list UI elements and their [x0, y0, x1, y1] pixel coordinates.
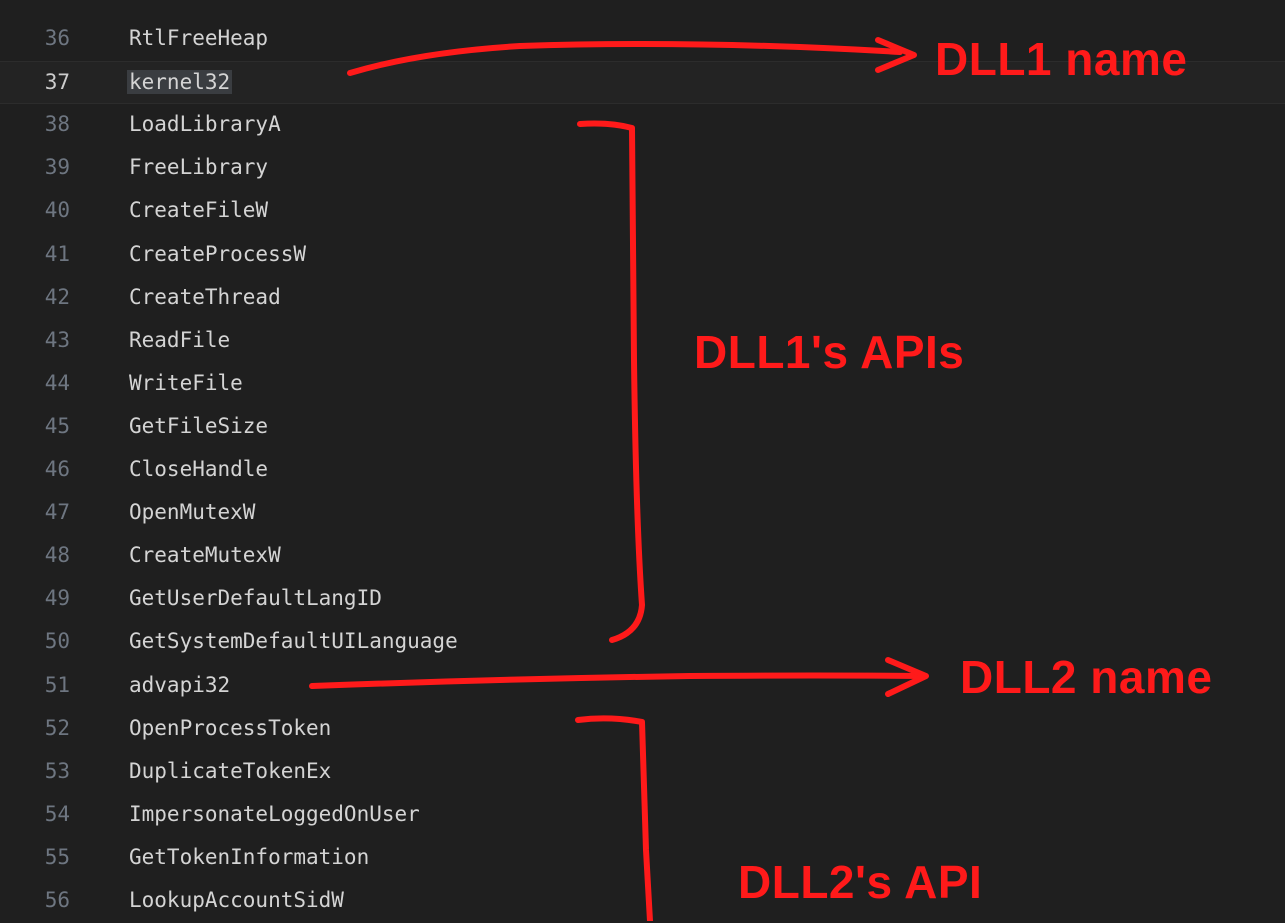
editor-line[interactable]: 54 ImpersonateLoggedOnUser	[0, 794, 1285, 837]
code-text[interactable]: GetSystemDefaultUILanguage	[129, 629, 458, 653]
line-number: 51	[44, 672, 70, 697]
line-number: 49	[44, 586, 70, 611]
line-number: 41	[44, 241, 70, 266]
editor-line[interactable]: 53 DuplicateTokenEx	[0, 751, 1285, 794]
annotation-dll1-apis: DLL1's APIs	[694, 326, 965, 378]
editor-line[interactable]: 44 WriteFile	[0, 363, 1285, 406]
code-text[interactable]: GetFileSize	[129, 414, 268, 438]
line-number: 39	[44, 155, 70, 180]
line-number: 50	[44, 629, 70, 654]
editor-line[interactable]: 40 CreateFileW	[0, 190, 1285, 233]
editor-line[interactable]: 49 GetUserDefaultLangID	[0, 578, 1285, 621]
code-text[interactable]: kernel32	[127, 70, 233, 95]
code-text[interactable]: CloseHandle	[129, 457, 268, 481]
editor-line[interactable]: 45 GetFileSize	[0, 406, 1285, 449]
code-text[interactable]: advapi32	[129, 673, 230, 697]
code-text[interactable]: OpenMutexW	[129, 500, 255, 524]
editor-line[interactable]: 48 CreateMutexW	[0, 535, 1285, 578]
code-text[interactable]: WriteFile	[129, 371, 243, 395]
line-number: 52	[44, 715, 70, 740]
annotation-dll1-name: DLL1 name	[935, 33, 1188, 85]
code-text[interactable]: CreateFileW	[129, 198, 268, 222]
line-number: 53	[44, 758, 70, 783]
annotation-dll2-name: DLL2 name	[960, 651, 1213, 703]
editor-line[interactable]: 42 CreateThread	[0, 277, 1285, 320]
line-number: 36	[44, 26, 70, 50]
code-editor[interactable]: 36 RtlFreeHeap 37 kernel32 38 LoadLibraryA 39 F…	[0, 0, 1285, 921]
code-text[interactable]: CreateMutexW	[129, 543, 281, 567]
line-number: 45	[44, 413, 70, 438]
editor-line[interactable]: 46 CloseHandle	[0, 449, 1285, 492]
code-text[interactable]: RtlFreeHeap	[129, 26, 268, 50]
code-text[interactable]: CreateProcessW	[129, 242, 306, 266]
code-text[interactable]: GetUserDefaultLangID	[129, 586, 382, 610]
code-text[interactable]: ImpersonateLoggedOnUser	[129, 802, 420, 826]
code-text[interactable]: FreeLibrary	[129, 155, 268, 179]
line-number: 44	[44, 370, 70, 395]
line-number: 56	[44, 888, 70, 912]
line-number: 40	[44, 198, 70, 223]
code-text[interactable]: ReadFile	[129, 328, 230, 352]
editor-line[interactable]: 38 LoadLibraryA	[0, 104, 1285, 147]
line-number: 47	[44, 500, 70, 525]
code-text[interactable]: LookupAccountSidW	[129, 888, 344, 912]
code-text[interactable]: LoadLibraryA	[129, 112, 281, 136]
editor-line[interactable]: 55 GetTokenInformation	[0, 837, 1285, 880]
code-text[interactable]: CreateThread	[129, 285, 281, 309]
annotation-dll2-api: DLL2's API	[738, 856, 983, 908]
line-number: 46	[44, 457, 70, 481]
line-number: 42	[44, 284, 70, 309]
line-number: 37	[44, 70, 70, 95]
editor-line[interactable]: 47 OpenMutexW	[0, 492, 1285, 535]
editor-line[interactable]: 41 CreateProcessW	[0, 234, 1285, 277]
editor-line[interactable]: 39 FreeLibrary	[0, 147, 1285, 190]
line-number: 48	[44, 543, 70, 568]
code-text[interactable]: DuplicateTokenEx	[129, 759, 331, 783]
code-text[interactable]: OpenProcessToken	[129, 716, 331, 740]
code-text[interactable]: GetTokenInformation	[129, 845, 369, 869]
line-number: 38	[44, 112, 70, 137]
editor-line[interactable]: 43 ReadFile	[0, 320, 1285, 363]
editor-line[interactable]: 52 OpenProcessToken	[0, 708, 1285, 751]
line-number: 54	[44, 801, 70, 826]
line-number: 43	[44, 327, 70, 352]
line-number: 55	[44, 844, 70, 869]
editor-line[interactable]: 56 LookupAccountSidW	[0, 880, 1285, 923]
